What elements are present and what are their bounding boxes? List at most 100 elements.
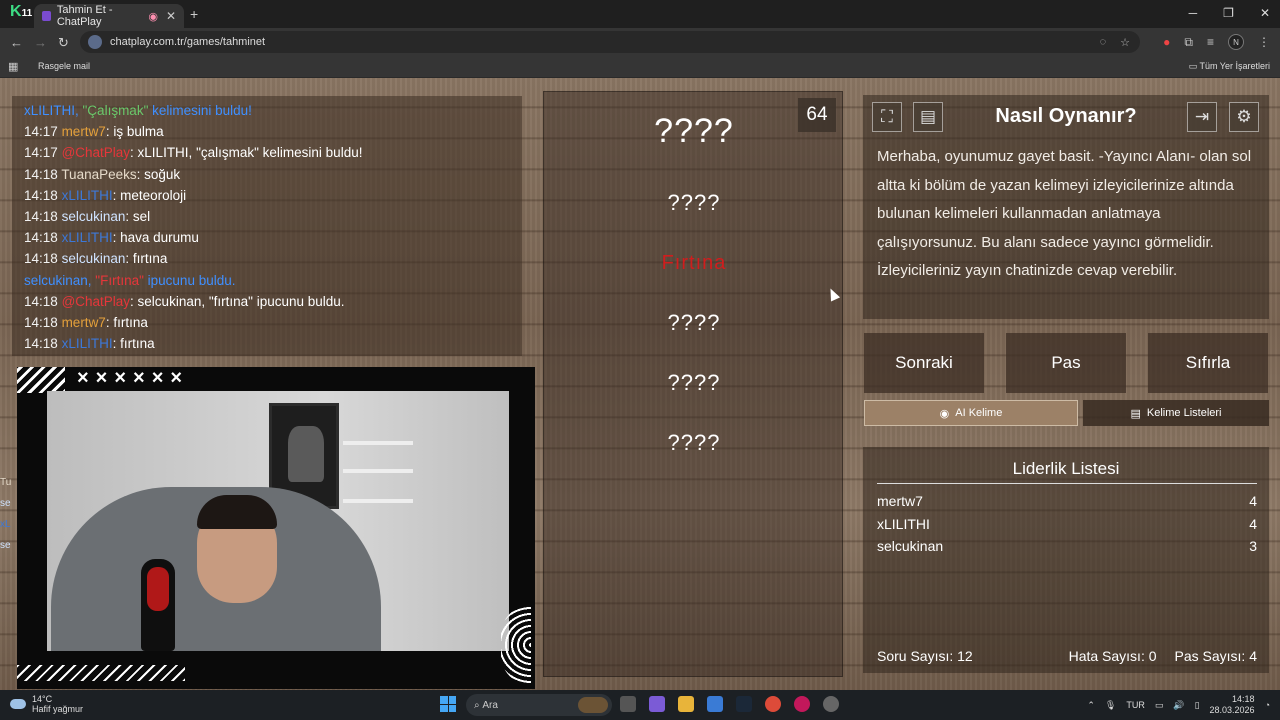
clock[interactable]: 14:18 28.03.2026 — [1210, 694, 1255, 716]
microphone-icon[interactable]: 🎙 — [1105, 700, 1116, 711]
forward-icon[interactable]: → — [34, 35, 47, 50]
network-icon[interactable]: ▭ — [1155, 700, 1164, 711]
extensions-icon[interactable]: ⧉ — [1184, 35, 1193, 50]
chat-line: 14:18 TuanaPeeks: soğuk — [24, 164, 510, 185]
chat-time: 14:17 — [24, 124, 58, 140]
notifications-icon[interactable]: ◔ — [1265, 700, 1270, 710]
chat-user: xLILITHI — [61, 187, 113, 203]
chevron-up-icon[interactable]: ⌃ — [1087, 700, 1095, 711]
tab-ai-word[interactable]: ◉ AI Kelime — [864, 400, 1078, 426]
sys-word: "Fırtına" — [95, 272, 144, 288]
folder-icon: ▭ — [1188, 61, 1200, 71]
hint-word-revealed: Fırtına — [661, 252, 727, 274]
clock-date: 28.03.2026 — [1209, 705, 1255, 715]
decorative-circle — [501, 605, 531, 685]
chrome-icon[interactable] — [765, 696, 781, 712]
question-count: Soru Sayısı: 12 — [877, 648, 973, 664]
chat-user: selcukinan — [61, 209, 126, 225]
chat-time: 14:17 — [24, 145, 58, 161]
taskbar-search[interactable]: ⌕ Ara — [466, 694, 612, 716]
reset-button[interactable]: Sıfırla — [1148, 333, 1268, 393]
battery-icon[interactable]: ▯ — [1195, 700, 1200, 711]
new-tab-button[interactable]: + — [190, 6, 198, 22]
sys-suffix: ipucunu buldu. — [143, 272, 236, 288]
partial-text: se — [0, 540, 11, 551]
chat-line: 14:18 selcukinan: fırtına — [24, 248, 510, 269]
task-view-icon[interactable] — [620, 696, 636, 712]
chat-line: 14:18 xLILITHI: meteoroloji — [24, 185, 510, 206]
k-letter: K — [10, 3, 22, 20]
window-controls: ─ ❐ ✕ — [1189, 6, 1270, 20]
chat-line: 14:18 xLILITHI: hava durumu — [24, 227, 510, 248]
divider — [877, 483, 1257, 484]
media-icon[interactable]: ≡ — [1207, 35, 1214, 49]
eye-off-icon[interactable]: ◌ — [1100, 36, 1107, 49]
star-icon[interactable]: ☆ — [1120, 36, 1130, 49]
sys-suffix: kelimesini buldu! — [148, 103, 252, 118]
chat-user: xLILITHI — [61, 230, 113, 246]
leaderboard-title: Liderlik Listesi — [1012, 459, 1120, 478]
menu-icon[interactable]: ⋮ — [1258, 35, 1270, 49]
all-bookmarks[interactable]: ▭ Tüm Yer İşaretleri — [1189, 61, 1270, 72]
robot-icon: ◉ — [939, 407, 950, 420]
chat-time: 14:18 — [24, 251, 58, 267]
rules-panel: ⛶ ▤ Nasıl Oynanır? ⇥ ⚙ Merhaba, oyunumuz… — [863, 95, 1269, 319]
logout-icon[interactable]: ⇥ — [1187, 102, 1217, 132]
chat-line: 14:18 xLILITHI: fırtına — [24, 333, 510, 354]
chat-user: mertw7 — [61, 315, 106, 331]
reload-icon[interactable]: ↻ — [58, 35, 69, 51]
language-indicator[interactable]: TUR — [1126, 700, 1145, 710]
rules-text: Merhaba, oyunumuz gayet basit. -Yayıncı … — [877, 148, 1252, 279]
bookmark-rasgele-mail[interactable]: Rasgele mail — [38, 61, 90, 71]
next-button[interactable]: Sonraki — [864, 333, 984, 393]
windows-start-icon[interactable] — [440, 696, 456, 712]
minimize-icon[interactable]: ─ — [1189, 6, 1198, 20]
weather-text: 14°C Hafif yağmur — [32, 694, 83, 714]
player-score: 4 — [1249, 493, 1257, 509]
address-bar-row: ← → ↻ chatplay.com.tr/games/tahminet ◌ ☆… — [0, 28, 1280, 56]
leaderboard-row: selcukinan 3 — [877, 538, 1257, 554]
decorative-stripes — [17, 367, 65, 393]
bookmark-label: Rasgele mail — [38, 61, 91, 71]
chat-msg: : sel — [125, 209, 151, 225]
close-tab-icon[interactable]: ✕ — [166, 9, 176, 23]
browser-tab-bar: K11 Tahmin Et - ChatPlay ◉ ✕ + ─ ❐ ✕ — [0, 0, 1280, 28]
profile-avatar[interactable]: N — [1228, 34, 1244, 50]
red-app-icon[interactable] — [794, 696, 810, 712]
chat-msg: : fırtına — [105, 315, 148, 331]
hint-word: ???? — [667, 370, 721, 395]
store-icon[interactable] — [707, 696, 723, 712]
restore-icon[interactable]: ❐ — [1223, 6, 1234, 20]
gear-icon[interactable]: ⚙ — [1229, 102, 1259, 132]
apps-grid-icon[interactable]: ▦ — [8, 60, 18, 73]
decorative-stripes — [17, 665, 185, 681]
obs-icon[interactable] — [823, 696, 839, 712]
back-icon[interactable]: ← — [10, 35, 23, 50]
search-icon: ⌕ — [474, 699, 483, 711]
close-window-icon[interactable]: ✕ — [1260, 6, 1270, 20]
site-info-icon[interactable] — [88, 35, 102, 49]
browser-tab[interactable]: Tahmin Et - ChatPlay ◉ ✕ — [34, 4, 184, 28]
volume-icon[interactable]: 🔊 — [1173, 700, 1184, 711]
steam-icon[interactable] — [736, 696, 752, 712]
chat-msg: : meteoroloji — [112, 187, 187, 203]
tab-word-lists-label: Kelime Listeleri — [1146, 407, 1222, 419]
temperature: 14°C — [32, 694, 53, 704]
chat-line: 14:17 @ChatPlay: xLILITHI, "çalışmak" ke… — [24, 142, 510, 163]
url-bar[interactable]: chatplay.com.tr/games/tahminet ◌ ☆ — [80, 31, 1140, 53]
k-badge: 11 — [21, 8, 33, 19]
wall-shelf — [343, 499, 413, 503]
hint-word: ???? — [667, 310, 721, 335]
file-explorer-icon[interactable] — [678, 696, 694, 712]
copilot-icon[interactable] — [649, 696, 665, 712]
tab-word-lists[interactable]: ▤ Kelime Listeleri — [1083, 400, 1269, 426]
webcam-video — [47, 391, 509, 651]
pinned-apps — [620, 696, 839, 712]
k-app-icon[interactable]: K11 — [10, 3, 32, 21]
weather-widget[interactable]: 14°C Hafif yağmur — [10, 694, 83, 714]
chat-time: 14:18 — [24, 187, 58, 203]
extension-red-icon[interactable]: ● — [1163, 35, 1170, 49]
chat-user: @ChatPlay — [61, 293, 131, 309]
pass-button[interactable]: Pas — [1006, 333, 1126, 393]
clock-time: 14:18 — [1232, 694, 1255, 704]
